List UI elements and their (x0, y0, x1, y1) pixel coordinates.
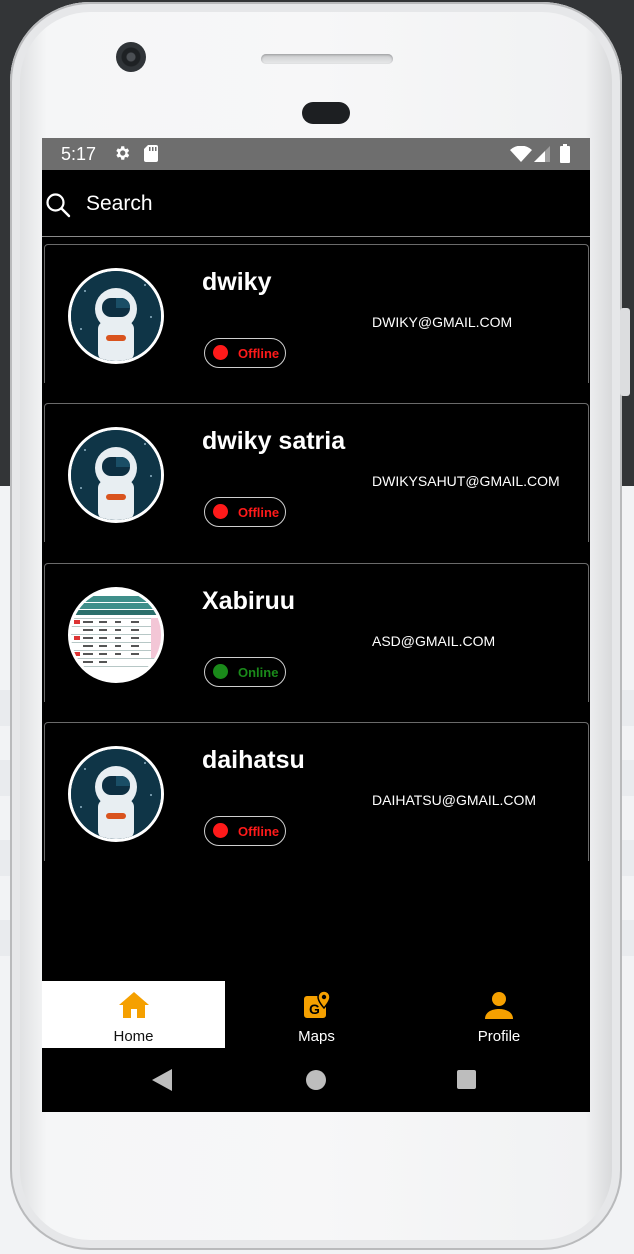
status-bar: 5:17 (42, 138, 590, 170)
status-badge: Offline (204, 816, 286, 846)
status-time: 5:17 (61, 144, 97, 164)
proximity-sensor (302, 102, 350, 124)
earpiece-speaker (261, 54, 393, 64)
nav-label-maps[interactable]: Maps (225, 1028, 408, 1045)
status-text: Offline (238, 346, 280, 361)
nav-label-home[interactable]: Home (42, 1028, 225, 1045)
status-text: Offline (238, 824, 280, 839)
nav-item-home[interactable]: Home (42, 981, 225, 1048)
battery-icon (560, 144, 570, 163)
astronaut-image (71, 430, 161, 520)
signal-icon (534, 146, 550, 162)
status-text: Online (238, 665, 279, 680)
map-icon[interactable]: G (301, 989, 333, 1021)
user-card[interactable]: dwiky satria DWIKYSAHUT@GMAIL.COM Offlin… (44, 403, 589, 542)
recents-icon[interactable] (457, 1070, 476, 1089)
home-circle-icon[interactable] (306, 1070, 326, 1090)
user-email: ASD@GMAIL.COM (372, 633, 496, 649)
user-email: DAIHATSU@GMAIL.COM (372, 792, 537, 808)
sd-card-icon (144, 145, 158, 162)
status-badge: Offline (204, 338, 286, 368)
gear-icon (116, 146, 130, 160)
nav-item-maps[interactable]: G Maps (225, 981, 408, 1048)
status-dot (213, 504, 228, 519)
search-bar[interactable]: Search (42, 170, 590, 237)
status-dot (213, 823, 228, 838)
home-icon[interactable] (118, 989, 150, 1021)
status-text: Offline (238, 505, 280, 520)
table-image (71, 590, 161, 680)
status-dot (213, 345, 228, 360)
back-icon[interactable] (152, 1069, 172, 1091)
avatar (68, 427, 164, 523)
system-navigation-bar (42, 1048, 590, 1112)
app-screen: 5:17 Search dwiky DWIKY@GMAIL.COM Offlin… (42, 138, 590, 1112)
wifi-icon (510, 146, 532, 162)
avatar (68, 268, 164, 364)
avatar (68, 587, 164, 683)
user-name: Xabiruu (202, 587, 296, 615)
nav-item-profile[interactable]: Profile (408, 981, 590, 1048)
nav-label-profile[interactable]: Profile (408, 1028, 590, 1045)
search-label[interactable]: Search (86, 192, 153, 216)
status-badge: Online (204, 657, 286, 687)
user-name: dwiky satria (202, 427, 346, 455)
astronaut-image (71, 271, 161, 361)
bottom-navigation: Home G Maps Profile (42, 981, 590, 1048)
search-icon[interactable] (45, 192, 71, 218)
side-button (620, 308, 630, 396)
user-card[interactable]: daihatsu DAIHATSU@GMAIL.COM Offline (44, 722, 589, 861)
status-dot (213, 664, 228, 679)
person-icon[interactable] (483, 989, 515, 1021)
avatar (68, 746, 164, 842)
user-email: DWIKY@GMAIL.COM (372, 314, 513, 330)
status-badge: Offline (204, 497, 286, 527)
user-name: daihatsu (202, 746, 305, 774)
user-card[interactable]: Xabiruu ASD@GMAIL.COM Online (44, 563, 589, 702)
svg-text:G: G (309, 1001, 320, 1017)
user-card[interactable]: dwiky DWIKY@GMAIL.COM Offline (44, 244, 589, 383)
user-name: dwiky (202, 268, 272, 296)
astronaut-image (71, 749, 161, 839)
front-camera (116, 42, 146, 72)
user-email: DWIKYSAHUT@GMAIL.COM (372, 473, 560, 489)
